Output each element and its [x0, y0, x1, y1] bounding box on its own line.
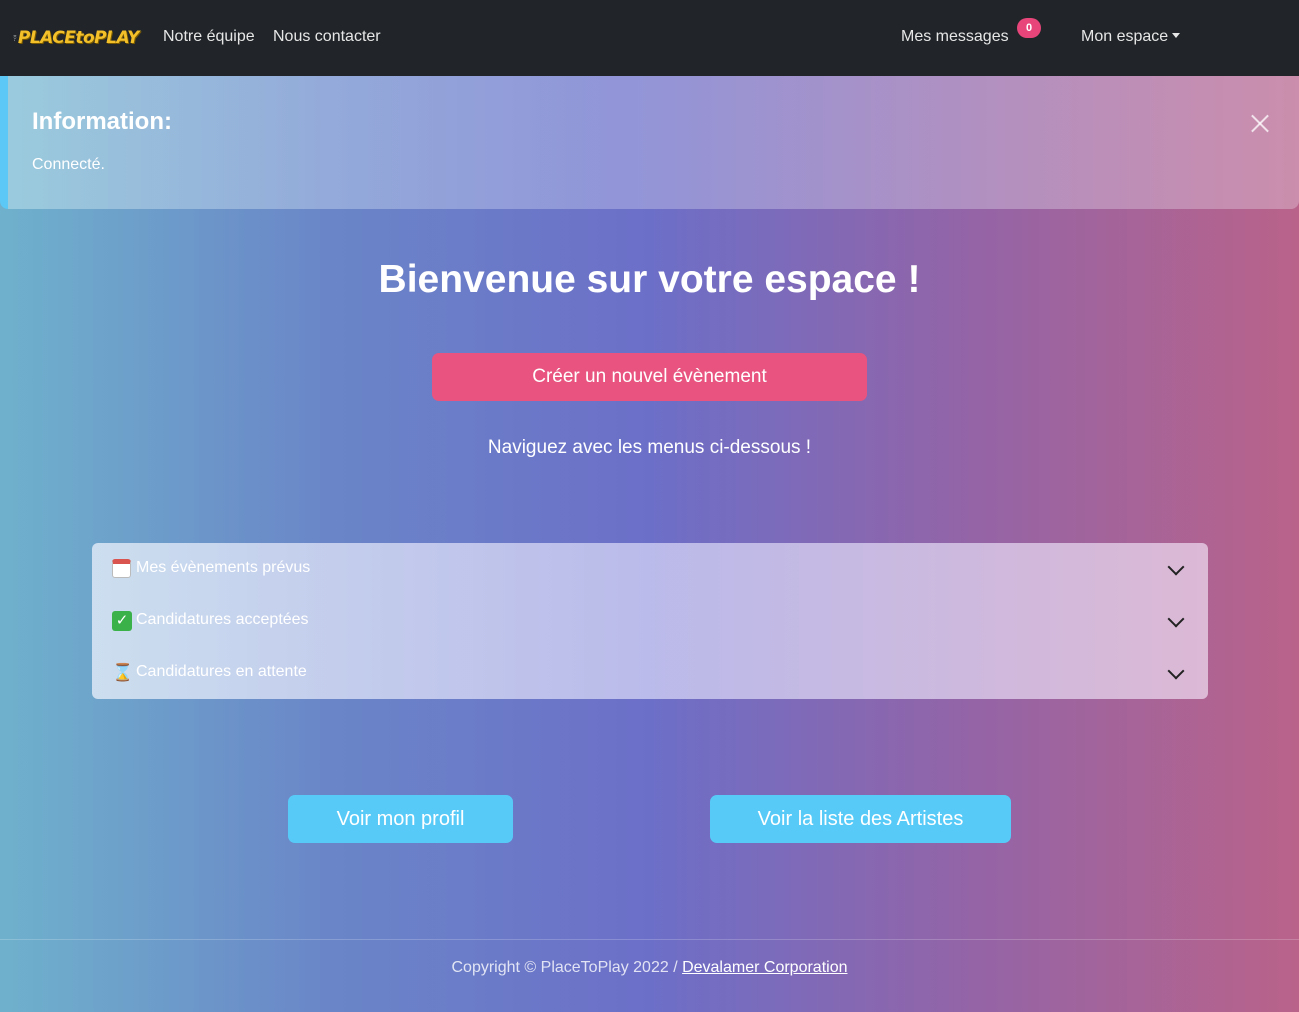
- accordion-item-planned-events[interactable]: Mes évènements prévus: [92, 543, 1208, 595]
- calendar-icon: [112, 559, 131, 578]
- info-alert: Information: Connecté.: [0, 76, 1299, 209]
- nav-link-contact[interactable]: Nous contacter: [273, 28, 381, 46]
- alert-text: Connecté.: [32, 156, 105, 173]
- hourglass-icon: ⌛: [112, 663, 134, 682]
- navigation-hint: Naviguez avec les menus ci-dessous !: [487, 437, 812, 458]
- logo[interactable]: PLACEtoPLAY: [13, 22, 140, 54]
- logo-text: PLACEtoPLAY: [17, 28, 140, 48]
- nav-dropdown-label: Mon espace: [1081, 28, 1169, 45]
- create-event-button[interactable]: Créer un nouvel évènement: [432, 353, 867, 401]
- caret-down-icon: [1172, 33, 1181, 38]
- footer-copyright: Copyright © PlaceToPlay 2022 /: [451, 959, 683, 976]
- accordion-item-label: Candidatures acceptées: [136, 611, 309, 628]
- footer-company-link[interactable]: Devalamer Corporation: [682, 959, 847, 976]
- logo-mark-icon: [13, 35, 17, 42]
- chevron-down-icon: [1167, 610, 1185, 628]
- chevron-down-icon: [1167, 662, 1185, 680]
- chevron-down-icon: [1167, 558, 1185, 576]
- accordion-item-pending-applications[interactable]: ⌛ Candidatures en attente: [92, 647, 1208, 699]
- check-icon: ✓: [112, 611, 132, 631]
- top-navbar: PLACEtoPLAY Notre équipe Nous contacter …: [0, 0, 1299, 76]
- accordion-item-label: Mes évènements prévus: [136, 559, 311, 576]
- close-icon[interactable]: [1251, 114, 1269, 132]
- footer: Copyright © PlaceToPlay 2022 / Devalamer…: [0, 939, 1299, 1012]
- nav-link-messages[interactable]: Mes messages: [901, 28, 1009, 46]
- accordion-item-accepted-applications[interactable]: ✓ Candidatures acceptées: [92, 595, 1208, 647]
- messages-count-badge: 0: [1017, 18, 1041, 38]
- page-title: Bienvenue sur votre espace !: [378, 258, 921, 301]
- alert-title: Information:: [32, 108, 172, 135]
- dashboard-accordion: Mes évènements prévus ✓ Candidatures acc…: [92, 543, 1208, 699]
- view-profile-button[interactable]: Voir mon profil: [288, 795, 513, 843]
- view-artists-button[interactable]: Voir la liste des Artistes: [710, 795, 1011, 843]
- nav-dropdown-my-space[interactable]: Mon espace: [1081, 28, 1181, 46]
- accordion-item-label: Candidatures en attente: [136, 663, 307, 680]
- nav-link-team[interactable]: Notre équipe: [163, 28, 255, 46]
